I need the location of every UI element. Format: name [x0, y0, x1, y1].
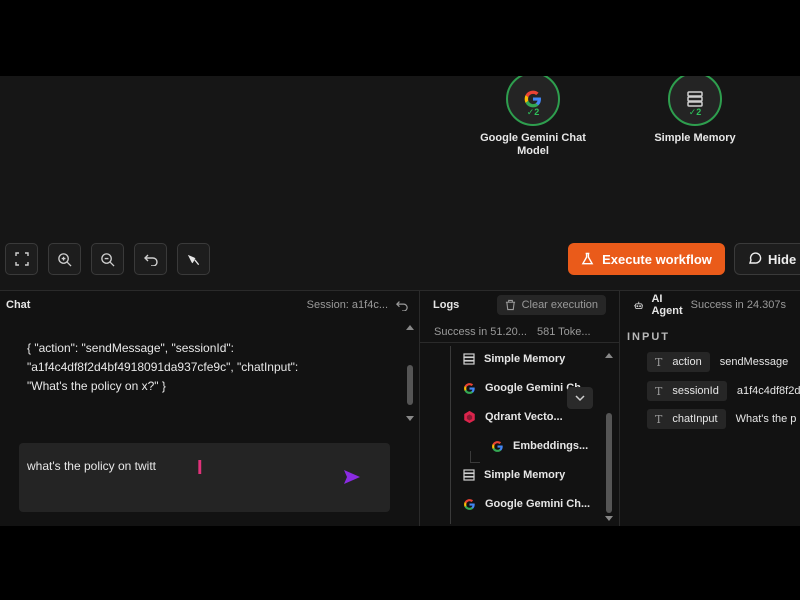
param-row: TchatInput What's the p [647, 409, 796, 429]
hide-chat-button[interactable]: Hide c [734, 243, 800, 275]
broom-icon [187, 254, 200, 265]
log-item[interactable]: Simple Memory [463, 346, 565, 372]
chat-input-box[interactable]: I [19, 443, 390, 512]
node-success-badge: ✓2 [526, 107, 540, 117]
google-g-icon [464, 498, 475, 510]
app-frame: ✓2 Google Gemini Chat Model ✓2 Simple Me… [0, 76, 800, 526]
node-google-gemini-chat-model[interactable]: ✓2 Google Gemini Chat Model [476, 76, 590, 158]
workflow-canvas[interactable]: ✓2 Google Gemini Chat Model ✓2 Simple Me… [0, 76, 800, 290]
text-type-icon: T [655, 412, 663, 426]
chat-scrollbar[interactable] [405, 323, 415, 423]
text-type-icon: T [655, 384, 663, 398]
google-g-icon [524, 90, 541, 108]
ai-agent-panel: AI Agent Success in 24.307s INPUT Tactio… [619, 291, 800, 526]
chat-input[interactable] [27, 459, 327, 473]
reset-session-icon[interactable] [396, 299, 408, 311]
database-icon [687, 91, 703, 107]
robot-icon [634, 301, 644, 309]
chat-bubble-icon [749, 252, 762, 264]
execute-workflow-label: Execute workflow [602, 251, 712, 267]
flask-icon [581, 252, 594, 265]
zoom-out-button[interactable] [91, 243, 124, 275]
log-item[interactable]: Qdrant Vecto... [463, 404, 563, 430]
chat-message: { "action": "sendMessage", "sessionId": … [27, 341, 299, 393]
fullscreen-icon [14, 252, 29, 266]
text-type-icon: T [655, 355, 663, 369]
param-row: Taction sendMessage [647, 352, 788, 372]
bottom-panel: Chat Session: a1f4c... { "action": "send… [0, 290, 800, 526]
node-success-badge: ✓2 [688, 107, 702, 117]
scroll-down-icon[interactable] [604, 515, 614, 523]
hide-chat-label: Hide c [768, 251, 800, 267]
tidy-up-button[interactable] [177, 243, 210, 275]
google-g-icon [464, 382, 475, 394]
text-cursor-icon: I [197, 457, 203, 479]
undo-button[interactable] [134, 243, 167, 275]
fit-view-button[interactable] [5, 243, 38, 275]
input-section-label: INPUT [627, 331, 670, 343]
send-button[interactable] [341, 467, 363, 487]
database-icon [463, 469, 475, 481]
log-item[interactable]: Google Gemini Ch... [463, 491, 590, 517]
scroll-up-icon[interactable] [604, 351, 614, 359]
zoom-in-button[interactable] [48, 243, 81, 275]
logs-scrollbar[interactable] [604, 351, 614, 526]
undo-icon [143, 254, 158, 266]
zoom-out-icon [101, 252, 115, 267]
log-item[interactable]: Embeddings... [491, 433, 588, 459]
execute-workflow-button[interactable]: Execute workflow [568, 243, 725, 275]
logs-title: Logs [433, 299, 460, 311]
agent-title: AI Agent [651, 293, 683, 317]
scroll-up-icon[interactable] [405, 323, 415, 331]
param-row: TsessionId a1f4c4df8f2d [647, 381, 800, 401]
session-id: Session: a1f4c... [306, 299, 388, 311]
trash-icon [505, 299, 515, 311]
logs-tokens: 581 Toke... [536, 325, 591, 338]
google-g-icon [492, 440, 503, 452]
node-label: Google Gemini Chat Model [480, 132, 586, 157]
agent-status: Success in 24.307s [690, 299, 786, 311]
expand-log-item-button[interactable] [567, 387, 593, 409]
database-icon [463, 353, 475, 365]
scroll-down-icon[interactable] [405, 415, 415, 423]
qdrant-icon [464, 410, 475, 424]
chat-title: Chat [6, 299, 31, 311]
node-simple-memory[interactable]: ✓2 Simple Memory [640, 76, 750, 145]
chevron-down-icon [575, 394, 585, 401]
zoom-in-icon [58, 252, 72, 267]
logs-status: Success in 51.20... [434, 325, 527, 338]
node-label: Simple Memory [654, 132, 736, 144]
send-icon [344, 470, 360, 484]
log-item[interactable]: Simple Memory [463, 462, 565, 488]
chat-panel: Chat Session: a1f4c... { "action": "send… [0, 291, 418, 526]
logs-summary: Success in 51.20... 581 Toke... [420, 321, 619, 343]
clear-execution-button[interactable]: Clear execution [496, 295, 606, 315]
